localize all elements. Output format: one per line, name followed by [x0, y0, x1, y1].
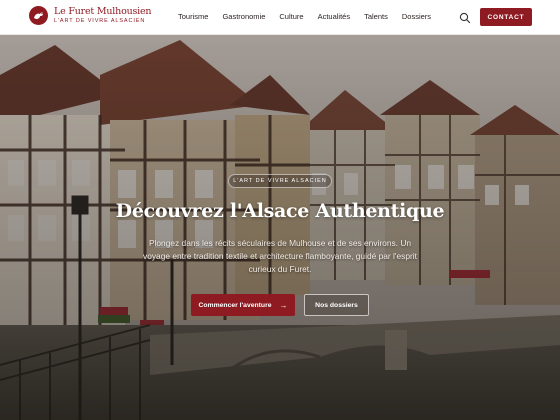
- hero-title: Découvrez l'Alsace Authentique: [115, 200, 445, 222]
- nav-item-gastronomie[interactable]: Gastronomie: [222, 12, 265, 21]
- start-adventure-label: Commencer l'aventure: [198, 301, 272, 309]
- site-logo[interactable]: Le Furet Mulhousien L'ART DE VIVRE ALSAC…: [29, 6, 152, 25]
- nav-item-dossiers[interactable]: Dossiers: [402, 12, 431, 21]
- brand-name: Le Furet Mulhousien: [54, 6, 152, 17]
- nav-item-actualites[interactable]: Actualités: [318, 12, 351, 21]
- search-icon[interactable]: [459, 11, 471, 24]
- arrow-right-icon: →: [279, 300, 288, 310]
- hero-overlay: [0, 35, 560, 420]
- contact-button[interactable]: CONTACT: [480, 8, 532, 26]
- ferret-logo-icon: [29, 6, 48, 25]
- nav-item-culture[interactable]: Culture: [279, 12, 303, 21]
- main-nav: Tourisme Gastronomie Culture Actualités …: [178, 12, 445, 21]
- brand-tagline: L'ART DE VIVRE ALSACIEN: [54, 17, 146, 24]
- hero-description: Plongez dans les récits séculaires de Mu…: [143, 238, 417, 274]
- start-adventure-button[interactable]: Commencer l'aventure →: [191, 294, 295, 316]
- nav-item-tourisme[interactable]: Tourisme: [178, 12, 208, 21]
- nav-item-talents[interactable]: Talents: [364, 12, 388, 21]
- hero-badge: L'ART DE VIVRE ALSACIEN: [228, 174, 332, 188]
- site-header: Le Furet Mulhousien L'ART DE VIVRE ALSAC…: [0, 0, 560, 35]
- our-dossiers-button[interactable]: Nos dossiers: [304, 294, 369, 316]
- hero-section: L'ART DE VIVRE ALSACIEN Découvrez l'Alsa…: [0, 35, 560, 420]
